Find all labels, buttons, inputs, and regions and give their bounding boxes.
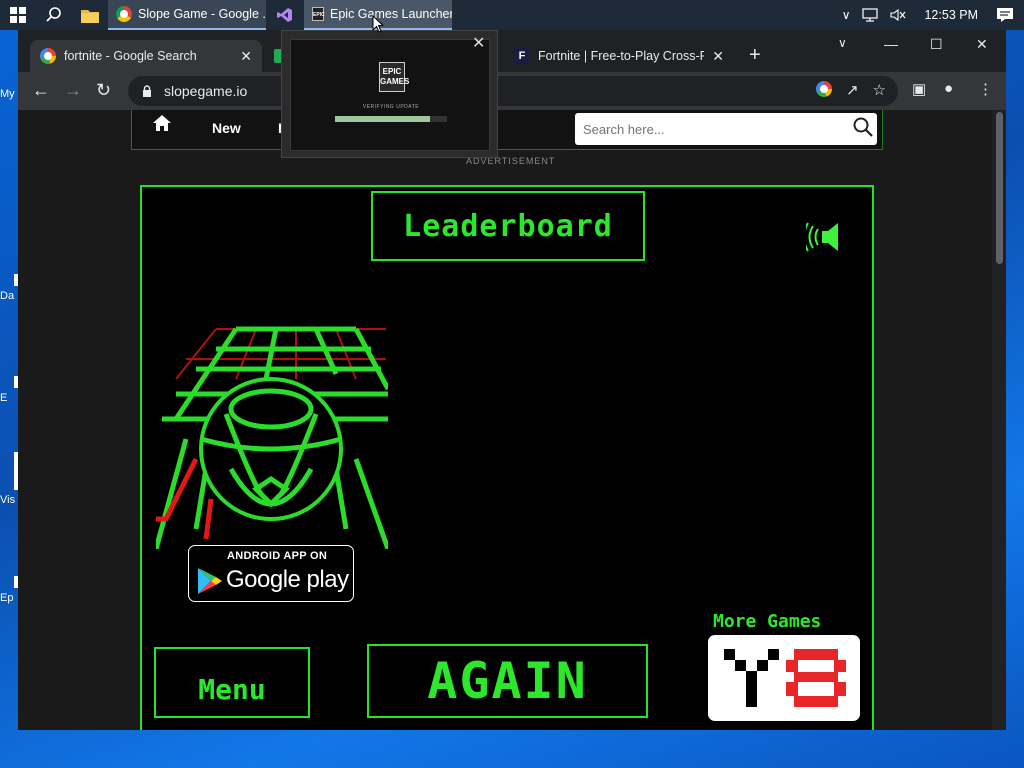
back-button[interactable]: ← — [32, 80, 50, 100]
share-icon[interactable]: ↗ — [846, 81, 859, 99]
chrome-window: fortnite - Google Search ✕ F Fortnite | … — [18, 30, 1006, 730]
close-window-button[interactable]: ✕ — [976, 36, 988, 53]
tab-search-chevron-icon[interactable]: ∨ — [838, 36, 847, 50]
desktop-icon[interactable]: My — [0, 88, 18, 100]
volume-muted-icon[interactable] — [890, 8, 906, 22]
mouse-cursor-icon — [372, 15, 384, 33]
desktop-icon[interactable]: Da — [0, 274, 18, 302]
google-play-caption: ANDROID APP ON — [227, 550, 328, 562]
clock[interactable]: 12:53 PM — [924, 8, 978, 22]
windows-icon — [10, 7, 26, 23]
game-canvas[interactable]: Leaderboard ANDROID APP ON Google play M… — [140, 185, 874, 730]
verifying-status-text: VERIFYING UPDATE — [362, 104, 420, 110]
url-text: slopegame.io — [164, 83, 248, 99]
desktop-icon[interactable]: E — [0, 376, 18, 404]
search-input[interactable] — [583, 121, 849, 137]
google-lens-icon[interactable] — [815, 81, 832, 97]
search-icon[interactable] — [849, 117, 877, 142]
side-panel-icon[interactable]: ▣ — [912, 80, 926, 98]
tab-fortnite-official[interactable]: F Fortnite | Free-to-Play Cross-Plat ✕ — [504, 40, 734, 72]
file-explorer-button[interactable] — [72, 0, 108, 30]
visual-studio-icon — [277, 8, 292, 22]
close-icon[interactable]: ✕ — [712, 48, 724, 65]
taskbar-app-visual-studio[interactable] — [266, 0, 304, 30]
epic-games-logo: EPIC GAMES — [379, 62, 409, 92]
nav-new-link[interactable]: New — [212, 120, 241, 136]
google-icon — [40, 48, 56, 64]
more-games-label[interactable]: More Games — [713, 611, 821, 632]
slope-logo-art — [156, 326, 388, 549]
profile-icon[interactable]: ● — [944, 80, 953, 97]
desktop-icon[interactable]: Vis — [0, 452, 18, 506]
progress-bar — [335, 116, 447, 122]
google-play-badge[interactable]: ANDROID APP ON Google play — [188, 545, 354, 602]
desktop-icon-label: Vis — [0, 494, 16, 506]
thumbnail-window: EPIC GAMES VERIFYING UPDATE — [290, 39, 490, 151]
browser-toolbar: ← → ↻ slopegame.io ↗ ☆ ▣ ● ⋮ — [18, 72, 1006, 110]
desktop-icon[interactable]: Ep — [0, 576, 18, 604]
lock-icon — [143, 84, 151, 97]
start-button[interactable] — [0, 0, 36, 30]
chrome-icon — [116, 6, 132, 22]
menu-button[interactable]: Menu — [154, 647, 310, 718]
y8-logo-icon — [724, 649, 846, 707]
new-tab-button[interactable]: + — [749, 44, 761, 67]
page-content: New Hi ADVERTISEMENT Leaderboard — [18, 110, 1006, 730]
scrollbar-thumb[interactable] — [996, 112, 1003, 264]
system-tray: ∨ 12:53 PM — [842, 7, 1024, 23]
scrollbar[interactable] — [992, 110, 1006, 730]
minimize-button[interactable]: — — [884, 36, 898, 52]
tab-strip: fortnite - Google Search ✕ F Fortnite | … — [18, 30, 1006, 72]
maximize-button[interactable]: ☐ — [930, 36, 943, 53]
desktop-icon-label: Da — [0, 290, 15, 302]
progress-fill — [335, 116, 431, 122]
menu-kebab-icon[interactable]: ⋮ — [978, 80, 993, 98]
taskbar: Slope Game - Google ... EPIC Epic Games … — [0, 0, 1024, 30]
network-icon[interactable] — [862, 8, 879, 22]
taskbar-app-label: Slope Game - Google ... — [138, 7, 266, 21]
desktop-icon-label: Ep — [0, 592, 14, 604]
again-button[interactable]: AGAIN — [367, 644, 648, 718]
tab-title: Fortnite | Free-to-Play Cross-Plat — [538, 49, 705, 63]
chevron-up-icon[interactable]: ∨ — [842, 8, 851, 22]
search-icon — [46, 7, 61, 22]
close-icon[interactable]: ✕ — [472, 33, 485, 53]
notifications-icon[interactable] — [996, 7, 1014, 23]
fortnite-icon: F — [514, 48, 530, 64]
tab-title: fortnite - Google Search — [64, 49, 197, 63]
desktop-icon-label: E — [0, 392, 8, 404]
google-play-icon — [198, 568, 222, 594]
epic-games-icon: EPIC — [312, 7, 325, 21]
close-icon[interactable]: ✕ — [240, 48, 252, 65]
bookmark-star-icon[interactable]: ☆ — [873, 81, 886, 99]
site-search — [575, 113, 877, 145]
leaderboard-button[interactable]: Leaderboard — [371, 191, 645, 261]
address-bar[interactable]: slopegame.io ↗ ☆ — [128, 76, 898, 106]
forward-button[interactable]: → — [64, 80, 82, 100]
taskbar-app-label: Epic Games Launcher — [330, 7, 452, 21]
speaker-icon[interactable] — [803, 221, 846, 258]
folder-icon — [81, 9, 99, 23]
reload-button[interactable]: ↻ — [96, 80, 111, 100]
taskbar-app-chrome[interactable]: Slope Game - Google ... — [108, 0, 266, 30]
taskbar-search-button[interactable] — [36, 0, 72, 30]
desktop-icon-label: My — [0, 88, 15, 100]
tab-fortnite-search[interactable]: fortnite - Google Search ✕ — [30, 40, 262, 72]
taskbar-thumbnail-preview[interactable]: EPIC GAMES VERIFYING UPDATE ✕ — [281, 30, 498, 158]
site-navbar: New Hi — [131, 110, 883, 150]
home-icon[interactable] — [152, 114, 172, 137]
google-play-wordmark: Google play — [226, 566, 349, 593]
y8-logo-button[interactable] — [708, 635, 860, 721]
